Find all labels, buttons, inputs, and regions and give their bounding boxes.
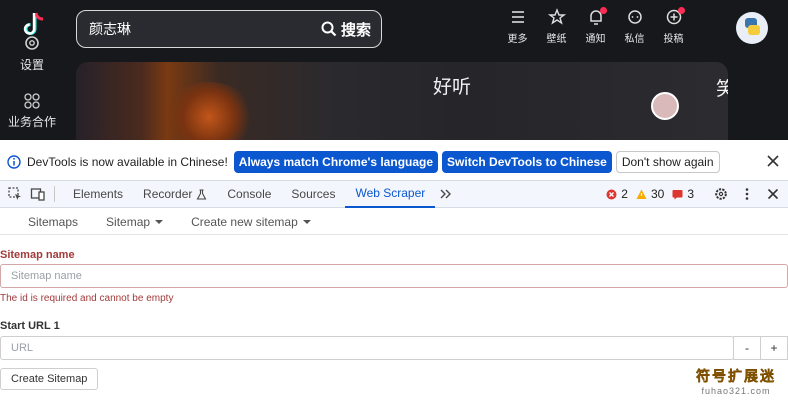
top-icons: 更多 壁纸 通知 私信 投稿 xyxy=(498,7,693,45)
business-label: 业务合作 xyxy=(7,115,56,129)
inspect-element-icon[interactable] xyxy=(7,186,23,202)
top-item-upload[interactable]: 投稿 xyxy=(654,7,693,45)
start-url-label: Start URL 1 xyxy=(0,320,60,332)
warning-icon xyxy=(636,189,647,199)
chevron-down-icon xyxy=(155,219,164,224)
top-item-label: 通知 xyxy=(585,34,606,45)
sitemap-name-label: Sitemap name xyxy=(0,249,75,261)
flask-icon xyxy=(196,188,207,200)
warning-count: 30 xyxy=(650,187,665,201)
top-item-label: 壁纸 xyxy=(546,34,567,45)
hero-text-2: 笑 xyxy=(716,79,728,100)
watermark: 符号扩展迷 fuhao321.com xyxy=(696,366,776,396)
top-item-label: 私信 xyxy=(624,34,645,45)
search-button[interactable]: 搜索 xyxy=(321,19,381,40)
search-button-label: 搜索 xyxy=(340,21,371,39)
search-input[interactable]: 颜志琳 xyxy=(77,19,321,39)
tab-recorder[interactable]: Recorder xyxy=(133,181,217,208)
subnav-create-sitemap[interactable]: Create new sitemap xyxy=(177,215,325,229)
error-count: 2 xyxy=(621,187,628,201)
subnav-sitemaps[interactable]: Sitemaps xyxy=(0,215,92,229)
menu-icon xyxy=(511,11,524,23)
chevron-down-icon xyxy=(302,219,311,224)
close-devtools-icon[interactable] xyxy=(766,187,780,201)
devtools-controls xyxy=(714,187,780,201)
watermark-title: 符号扩展迷 xyxy=(696,368,776,384)
devtools-infobar: DevTools is now available in Chinese! Al… xyxy=(0,148,788,176)
tab-console[interactable]: Console xyxy=(217,181,281,208)
upload-badge xyxy=(678,7,685,14)
error-icon xyxy=(606,189,617,199)
message-icon xyxy=(627,10,642,24)
close-icon[interactable] xyxy=(766,154,780,168)
start-url-input[interactable]: URL xyxy=(0,336,734,360)
search-bar: 颜志琳 搜索 xyxy=(76,10,382,48)
sidebar-item-settings[interactable]: 设置 xyxy=(0,34,64,73)
match-language-button[interactable]: Always match Chrome's language xyxy=(233,151,439,173)
tab-sources[interactable]: Sources xyxy=(281,181,345,208)
sitemap-name-input[interactable]: Sitemap name xyxy=(0,264,788,288)
hero-avatar[interactable] xyxy=(651,92,679,120)
kebab-menu-icon[interactable] xyxy=(740,187,754,201)
issue-counters[interactable]: 2 30 3 xyxy=(606,187,694,201)
notification-badge xyxy=(600,7,607,14)
settings-gear-icon[interactable] xyxy=(714,187,728,201)
more-tabs-chevron-icon[interactable] xyxy=(439,187,453,201)
tab-web-scraper[interactable]: Web Scraper xyxy=(345,181,436,208)
watermark-url: fuhao321.com xyxy=(701,386,771,396)
remove-url-button[interactable]: - xyxy=(733,336,761,360)
subnav-sitemap[interactable]: Sitemap xyxy=(92,215,177,229)
dont-show-again-button[interactable]: Don't show again xyxy=(615,151,720,173)
settings-label: 设置 xyxy=(19,58,44,72)
infobar-message: DevTools is now available in Chinese! xyxy=(27,155,228,169)
hero-banner[interactable]: 好听 笑 xyxy=(76,62,728,140)
top-item-messages[interactable]: 私信 xyxy=(615,8,654,45)
top-item-more[interactable]: 更多 xyxy=(498,8,537,45)
top-item-label: 更多 xyxy=(507,34,528,45)
add-url-button[interactable]: + xyxy=(760,336,788,360)
toolbar-divider xyxy=(54,186,55,202)
python-logo-icon xyxy=(745,18,760,35)
switch-language-button[interactable]: Switch DevTools to Chinese xyxy=(442,151,612,173)
top-item-label: 投稿 xyxy=(663,34,684,45)
info-icon xyxy=(7,155,21,169)
wallpaper-icon xyxy=(547,8,566,25)
subnav-sitemap-label: Sitemap xyxy=(106,214,151,229)
sidebar-item-business[interactable]: 业务合作 xyxy=(0,92,64,130)
top-item-wallpaper[interactable]: 壁纸 xyxy=(537,8,576,45)
issues-icon xyxy=(672,189,683,199)
tab-recorder-label: Recorder xyxy=(143,187,193,201)
issues-count: 3 xyxy=(687,187,694,201)
hero-text: 好听 xyxy=(433,77,472,98)
scraper-subnav: Sitemaps Sitemap Create new sitemap xyxy=(0,209,788,235)
app-header: 设置 业务合作 颜志琳 搜索 更多 壁纸 通知 私信 投稿 好听 笑 xyxy=(0,0,788,140)
gear-icon xyxy=(25,36,39,50)
grid-icon xyxy=(24,93,40,109)
search-icon xyxy=(321,21,337,37)
create-sitemap-button[interactable]: Create Sitemap xyxy=(0,368,99,390)
devtools-tabbar: Elements Recorder Console Sources Web Sc… xyxy=(0,180,788,208)
hero-glow xyxy=(164,82,254,140)
subnav-create-label: Create new sitemap xyxy=(191,214,298,229)
validation-error: The id is required and cannot be empty xyxy=(0,293,174,304)
device-toolbar-icon[interactable] xyxy=(30,186,46,202)
avatar[interactable] xyxy=(736,12,768,44)
tab-elements[interactable]: Elements xyxy=(63,181,133,208)
top-item-notifications[interactable]: 通知 xyxy=(576,7,615,45)
